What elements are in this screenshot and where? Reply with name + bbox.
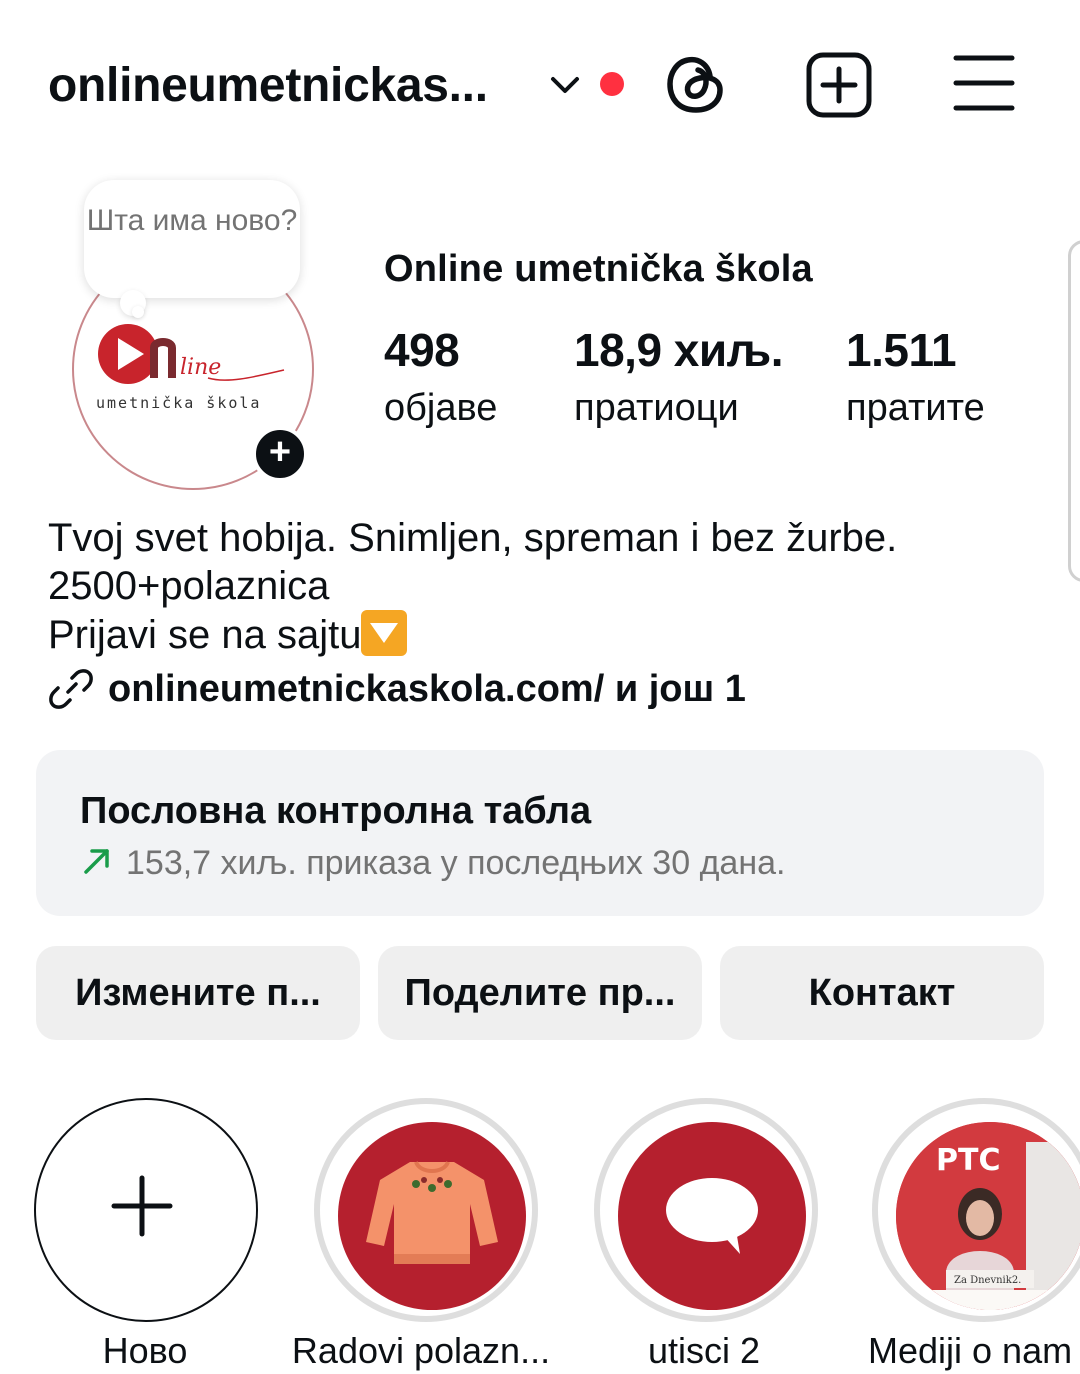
scrollbar[interactable] bbox=[1068, 240, 1080, 582]
highlight-ring: РТС Za Dnevnik2. bbox=[872, 1098, 1080, 1322]
bio-link-text[interactable]: onlineumetnickaskola.com/ и још 1 bbox=[108, 664, 746, 714]
sweater-icon bbox=[366, 1161, 498, 1264]
contact-button[interactable]: Контакт bbox=[720, 946, 1044, 1040]
following-count: 1.511 bbox=[846, 324, 957, 376]
brand-logo: line umetnička škola bbox=[96, 324, 285, 412]
highlight-thumbnail: РТС Za Dnevnik2. bbox=[896, 1122, 1080, 1310]
stat-following[interactable]: 1.511 пратите bbox=[846, 324, 985, 434]
notification-dot bbox=[600, 72, 624, 96]
threads-icon[interactable] bbox=[664, 52, 728, 116]
highlight-ring bbox=[594, 1098, 818, 1322]
followers-count: 18,9 хиљ. bbox=[574, 324, 784, 376]
note-bubble[interactable]: Шта има ново? bbox=[84, 180, 300, 298]
bio: Tvoj svet hobija. Snimljen, spreman i be… bbox=[48, 514, 897, 659]
link-icon bbox=[49, 669, 93, 709]
posts-count: 498 bbox=[384, 324, 460, 376]
chevron-down-icon[interactable] bbox=[548, 70, 582, 100]
highlight-thumbnail bbox=[338, 1122, 526, 1310]
bio-line-2: 2500+polaznica bbox=[48, 564, 330, 608]
news-photo: РТС Za Dnevnik2. bbox=[896, 1122, 1080, 1310]
followers-label: пратиоци bbox=[574, 387, 739, 429]
account-switcher[interactable]: onlineumetnickas... bbox=[48, 58, 488, 113]
speech-bubble-icon bbox=[666, 1178, 758, 1254]
note-tail-small bbox=[132, 306, 144, 318]
bio-line-3: Prijavi se na sajtu bbox=[48, 610, 897, 659]
menu-icon[interactable] bbox=[952, 52, 1016, 114]
following-label: пратите bbox=[846, 387, 985, 429]
create-icon[interactable] bbox=[804, 50, 874, 120]
highlight-label-new: Ново bbox=[102, 1330, 188, 1371]
top-bar: onlineumetnickas... bbox=[0, 0, 1080, 170]
highlight-label-radovi: Radovi polazn... bbox=[291, 1330, 551, 1371]
rts-logo-text: РТС bbox=[936, 1143, 1000, 1178]
highlight-thumbnail bbox=[618, 1122, 806, 1310]
display-name: Online umetnička škola bbox=[384, 248, 813, 290]
posts-label: објаве bbox=[384, 387, 498, 429]
bio-line-1: Tvoj svet hobija. Snimljen, spreman i be… bbox=[48, 516, 898, 560]
highlight-ring bbox=[314, 1098, 538, 1322]
highlight-label-mediji: Mediji o nam bbox=[868, 1330, 1073, 1371]
trend-up-icon bbox=[84, 849, 109, 874]
stat-posts[interactable]: 498 објаве bbox=[384, 324, 497, 434]
plus-icon bbox=[111, 1175, 173, 1237]
share-profile-button[interactable]: Поделите пр... bbox=[378, 946, 702, 1040]
profile-page: onlineumetnickas... line umetnička škola… bbox=[0, 0, 1080, 1374]
logo-text: umetnička škola bbox=[96, 394, 261, 412]
dashboard-subtitle: 153,7 хиљ. приказа у последњих 30 дана. bbox=[126, 844, 786, 882]
logo-script: line bbox=[180, 355, 221, 380]
dashboard-title: Пословна контролна табла bbox=[80, 790, 592, 832]
thumb-caption: Za Dnevnik2. bbox=[954, 1275, 1021, 1286]
edit-profile-button[interactable]: Измените п... bbox=[36, 946, 360, 1040]
down-arrow-emoji-icon bbox=[361, 610, 408, 656]
bio-line-3-text: Prijavi se na sajtu bbox=[48, 613, 362, 657]
add-story-button[interactable]: + bbox=[252, 426, 308, 482]
note-text: Шта има ново? bbox=[86, 204, 298, 237]
stat-followers[interactable]: 18,9 хиљ. пратиоци bbox=[574, 324, 784, 434]
highlight-label-utisci: utisci 2 bbox=[647, 1330, 761, 1371]
professional-dashboard[interactable]: Пословна контролна табла 153,7 хиљ. прик… bbox=[36, 750, 1044, 916]
